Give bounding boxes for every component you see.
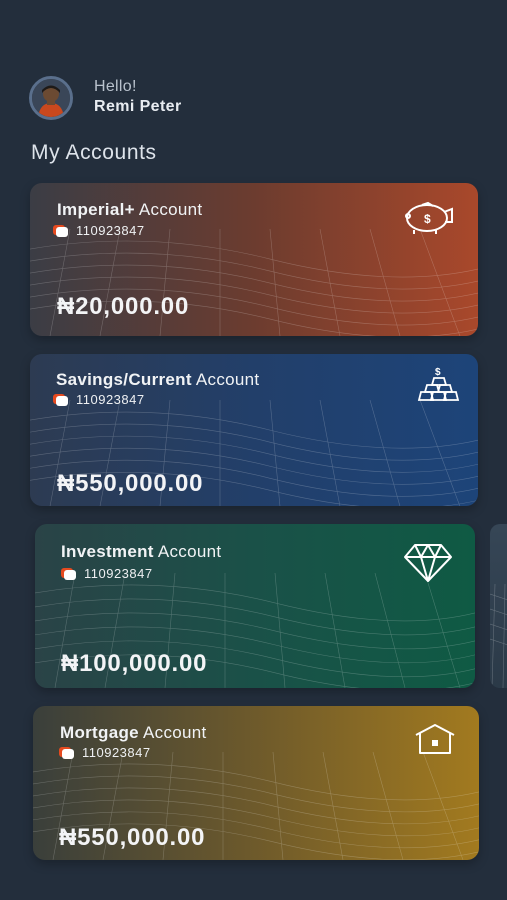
account-number-text: 110923847 <box>84 566 153 581</box>
gold-bars-icon: $ <box>417 367 460 401</box>
account-name: Investment <box>61 542 154 561</box>
diamond-icon <box>404 544 452 582</box>
section-title: My Accounts <box>31 141 157 164</box>
account-card-investment[interactable]: Investment Account 110923847 ₦100,000.00 <box>35 524 475 688</box>
account-number: 110923847 <box>64 566 153 581</box>
account-suffix: Account <box>143 723 207 742</box>
house-icon <box>415 724 455 754</box>
account-suffix: Account <box>157 542 222 561</box>
card-chip-icon <box>56 395 68 406</box>
svg-text:$: $ <box>424 212 431 226</box>
account-number-text: 110923847 <box>76 392 145 407</box>
wave-pattern <box>490 583 507 688</box>
piggy-bank-icon: $ <box>405 201 453 234</box>
card-chip-icon <box>64 569 76 580</box>
account-title: Investment Account <box>61 542 221 562</box>
account-card-imperial[interactable]: Imperial+ Account 110923847 ₦20,000.00 $ <box>30 183 478 336</box>
avatar[interactable] <box>29 76 73 120</box>
account-name: Mortgage <box>60 723 139 742</box>
profile-header: Hello! Remi Peter <box>29 76 182 120</box>
account-number: 110923847 <box>62 745 151 760</box>
user-name: Remi Peter <box>94 98 182 115</box>
account-title: Savings/Current Account <box>56 370 259 390</box>
account-number-text: 110923847 <box>82 745 151 760</box>
account-suffix: Account <box>138 200 203 219</box>
account-card-mortgage[interactable]: Mortgage Account 110923847 ₦550,000.00 <box>33 706 479 860</box>
account-suffix: Account <box>195 370 260 389</box>
svg-text:$: $ <box>435 367 441 378</box>
account-title: Imperial+ Account <box>57 200 202 220</box>
account-balance: ₦20,000.00 <box>57 293 190 320</box>
greeting-text: Hello! <box>94 78 137 95</box>
account-number-text: 110923847 <box>76 223 145 238</box>
next-card-peek[interactable] <box>490 524 507 688</box>
account-name: Imperial+ <box>57 200 135 219</box>
account-number: 110923847 <box>56 223 145 238</box>
account-number: 110923847 <box>56 392 145 407</box>
account-balance: ₦100,000.00 <box>61 650 208 677</box>
card-chip-icon <box>62 748 74 759</box>
account-balance: ₦550,000.00 <box>59 824 206 851</box>
account-title: Mortgage Account <box>60 723 207 743</box>
card-chip-icon <box>56 226 68 237</box>
account-name: Savings/Current <box>56 370 192 389</box>
account-balance: ₦550,000.00 <box>57 470 204 497</box>
account-card-savings[interactable]: Savings/Current Account 110923847 ₦550,0… <box>30 354 478 506</box>
